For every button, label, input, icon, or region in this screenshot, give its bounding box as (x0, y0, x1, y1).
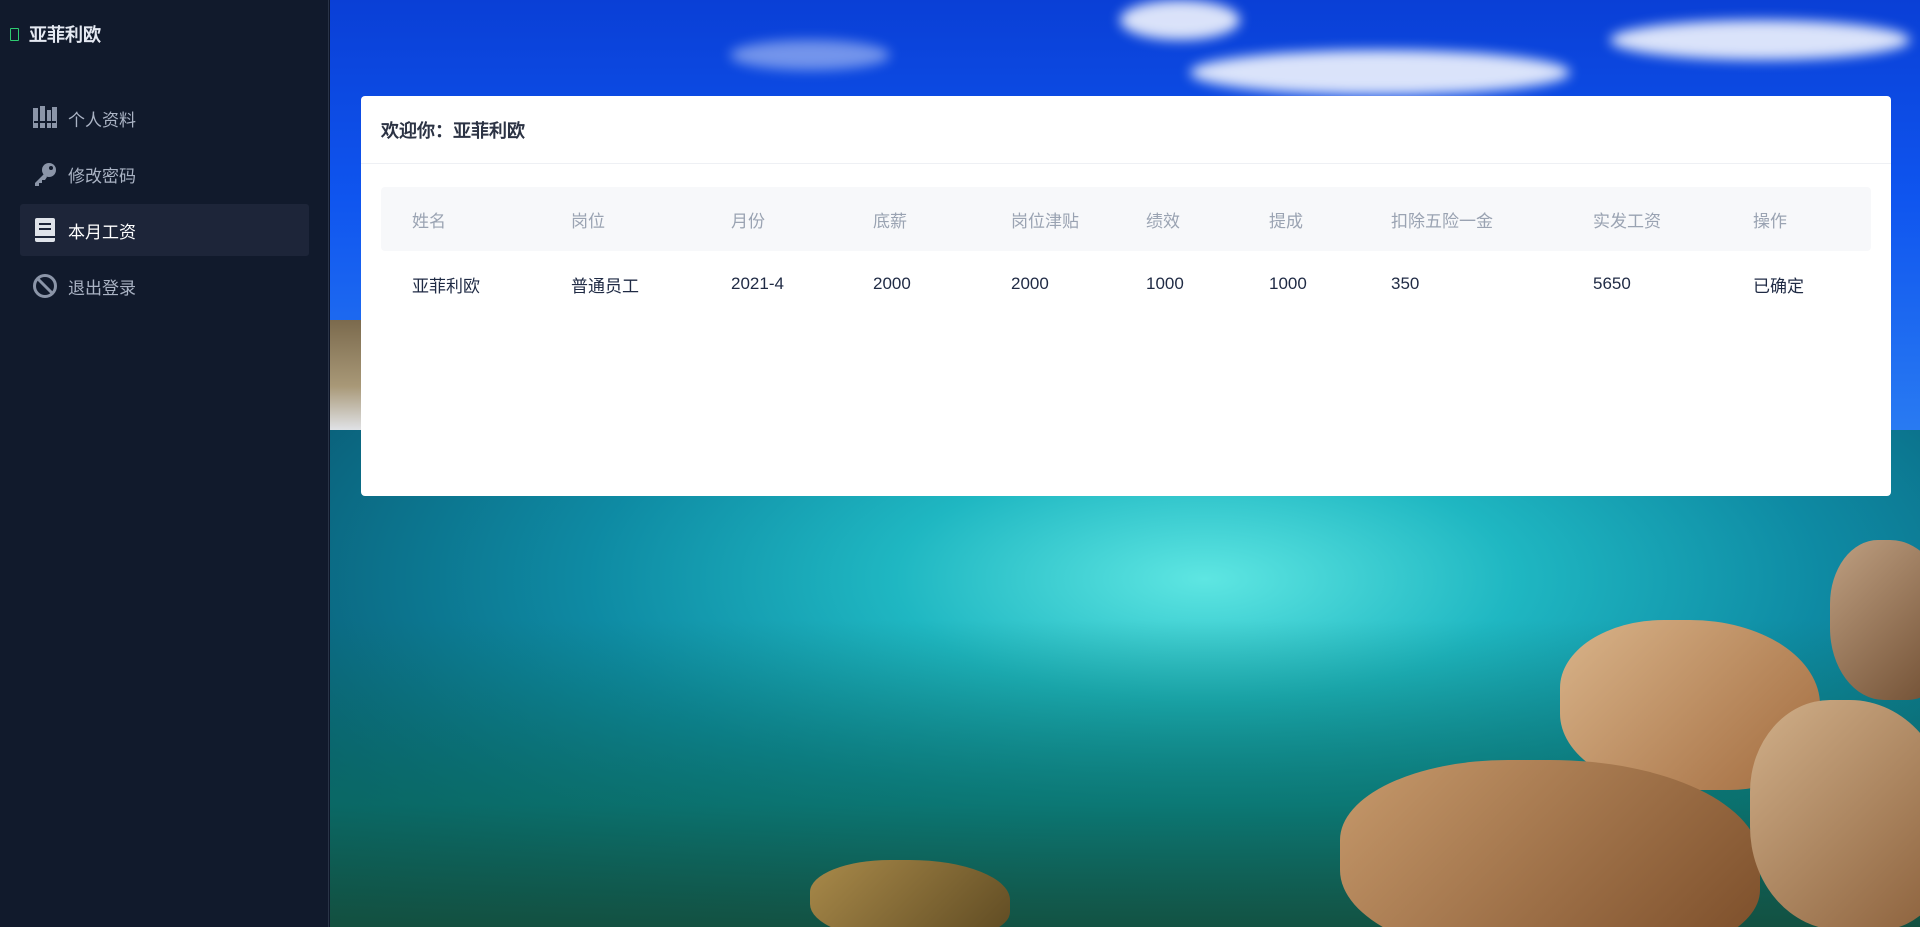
brand[interactable]: 亚菲利欧 (10, 22, 101, 46)
sidebar-item-salary[interactable]: 本月工资 (20, 204, 309, 256)
cell-allowance: 2000 (1011, 274, 1049, 293)
cell-month: 2021-4 (731, 274, 784, 293)
cloud (1610, 20, 1910, 60)
cell-commission: 1000 (1269, 274, 1307, 293)
column-header: 操作 (1753, 211, 1787, 231)
column-header: 姓名 (412, 211, 446, 231)
cell-position: 普通员工 (571, 276, 639, 296)
logo-icon (10, 27, 19, 41)
rock (1750, 700, 1920, 927)
cell-name: 亚菲利欧 (412, 276, 480, 296)
cell-action-status: 已确定 (1753, 276, 1804, 296)
cell-deduction: 350 (1391, 274, 1420, 293)
sidebar-item-label: 修改密码 (68, 166, 136, 186)
sidebar-item-label: 退出登录 (68, 278, 136, 298)
sidebar-item-password[interactable]: 修改密码 (20, 148, 309, 200)
rock (1830, 540, 1920, 700)
column-header: 月份 (731, 211, 765, 231)
ban-icon (32, 273, 58, 299)
sidebar: 亚菲利欧 个人资料 修改密码 本月工资 退出登录 (0, 0, 329, 927)
cloud (1120, 0, 1240, 40)
sidebar-item-logout[interactable]: 退出登录 (20, 260, 309, 312)
cloud (1190, 50, 1570, 95)
welcome-title: 欢迎你：亚菲利欧 (361, 96, 1891, 164)
sidebar-item-profile[interactable]: 个人资料 (20, 92, 309, 144)
salary-card: 欢迎你：亚菲利欧 姓名 岗位 月份 底薪 岗位津贴 绩效 提成 扣除五险一金 实… (361, 96, 1891, 496)
shore-left (330, 320, 362, 430)
sidebar-item-label: 个人资料 (68, 110, 136, 130)
table-header: 姓名 岗位 月份 底薪 岗位津贴 绩效 提成 扣除五险一金 实发工资 操作 (381, 187, 1871, 251)
table-row: 亚菲利欧 普通员工 2021-4 2000 2000 1000 1000 350… (381, 251, 1871, 317)
column-header: 岗位津贴 (1011, 211, 1079, 231)
cell-base-salary: 2000 (873, 274, 911, 293)
book-icon (32, 217, 58, 243)
brand-title: 亚菲利欧 (29, 25, 101, 45)
salary-table: 姓名 岗位 月份 底薪 岗位津贴 绩效 提成 扣除五险一金 实发工资 操作 亚菲… (381, 187, 1871, 317)
cloud (730, 40, 890, 70)
column-header: 岗位 (571, 211, 605, 231)
column-header: 底薪 (873, 211, 907, 231)
column-header: 实发工资 (1593, 211, 1661, 231)
column-header: 提成 (1269, 211, 1303, 231)
key-icon (32, 161, 58, 187)
column-header: 扣除五险一金 (1391, 211, 1493, 231)
cell-performance: 1000 (1146, 274, 1184, 293)
column-header: 绩效 (1146, 211, 1180, 231)
sidebar-menu: 个人资料 修改密码 本月工资 退出登录 (20, 92, 309, 316)
id-card-icon (32, 105, 58, 131)
sidebar-item-label: 本月工资 (68, 222, 136, 242)
cell-net-pay: 5650 (1593, 274, 1631, 293)
